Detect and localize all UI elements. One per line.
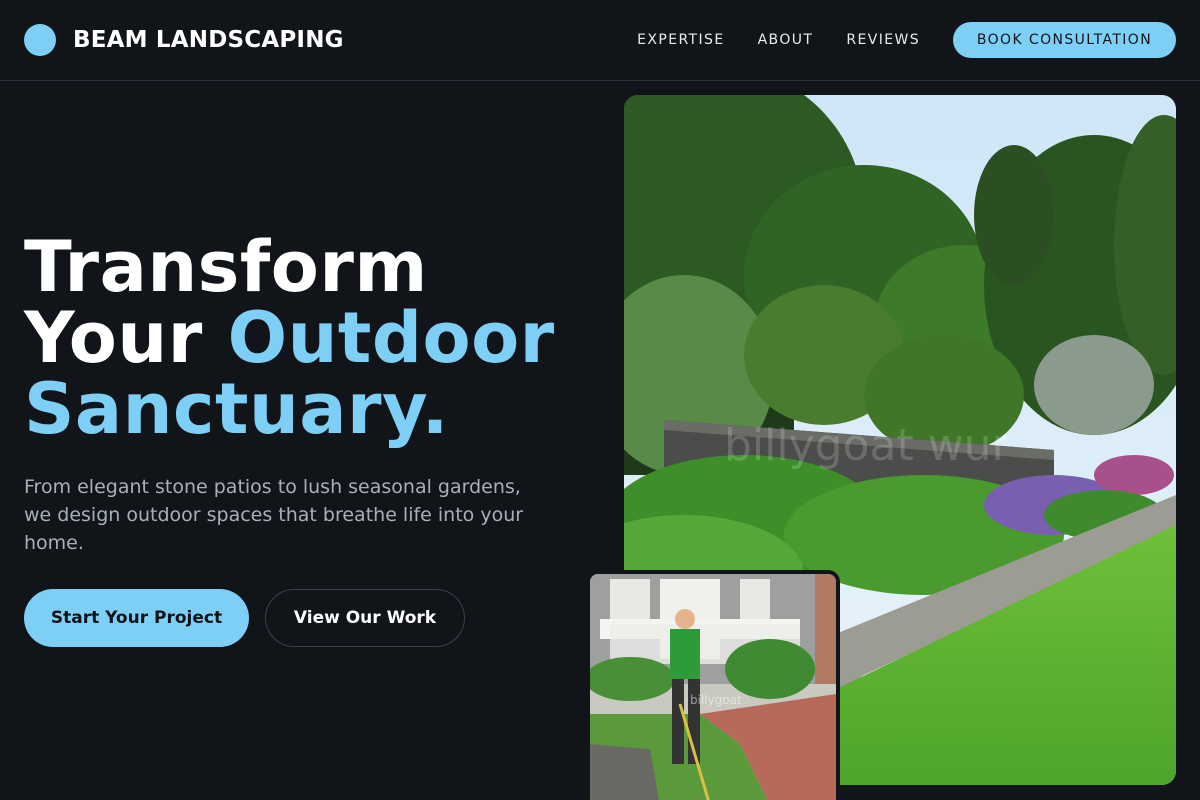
hero-headline: Transform Your Outdoor Sanctuary. (24, 232, 555, 445)
inset-watermark: billygoat (690, 693, 742, 707)
landing-page: BEAM LANDSCAPING EXPERTISE ABOUT REVIEWS… (0, 0, 1200, 800)
headline-line-3-accent: Sanctuary. (24, 368, 449, 450)
headline-line-2-accent: Outdoor (227, 297, 555, 379)
gardener-photo: billygoat (586, 570, 840, 800)
main-watermark: billygoat wur (724, 420, 1011, 471)
headline-line-2-white: Your (24, 297, 228, 379)
site-header: BEAM LANDSCAPING EXPERTISE ABOUT REVIEWS… (0, 0, 1200, 81)
hero-subtext: From elegant stone patios to lush season… (24, 476, 524, 554)
view-work-button[interactable]: View Our Work (265, 589, 465, 647)
brand-logo-icon (24, 24, 56, 56)
brand[interactable]: BEAM LANDSCAPING (24, 24, 344, 56)
nav-reviews[interactable]: REVIEWS (846, 32, 920, 48)
main-nav: EXPERTISE ABOUT REVIEWS BOOK CONSULTATIO… (637, 22, 1176, 58)
brand-name: BEAM LANDSCAPING (73, 27, 344, 53)
book-consultation-button[interactable]: BOOK CONSULTATION (953, 22, 1176, 58)
start-project-button[interactable]: Start Your Project (24, 589, 249, 647)
nav-expertise[interactable]: EXPERTISE (637, 32, 724, 48)
headline-line-1: Transform (24, 226, 428, 308)
nav-about[interactable]: ABOUT (758, 32, 814, 48)
